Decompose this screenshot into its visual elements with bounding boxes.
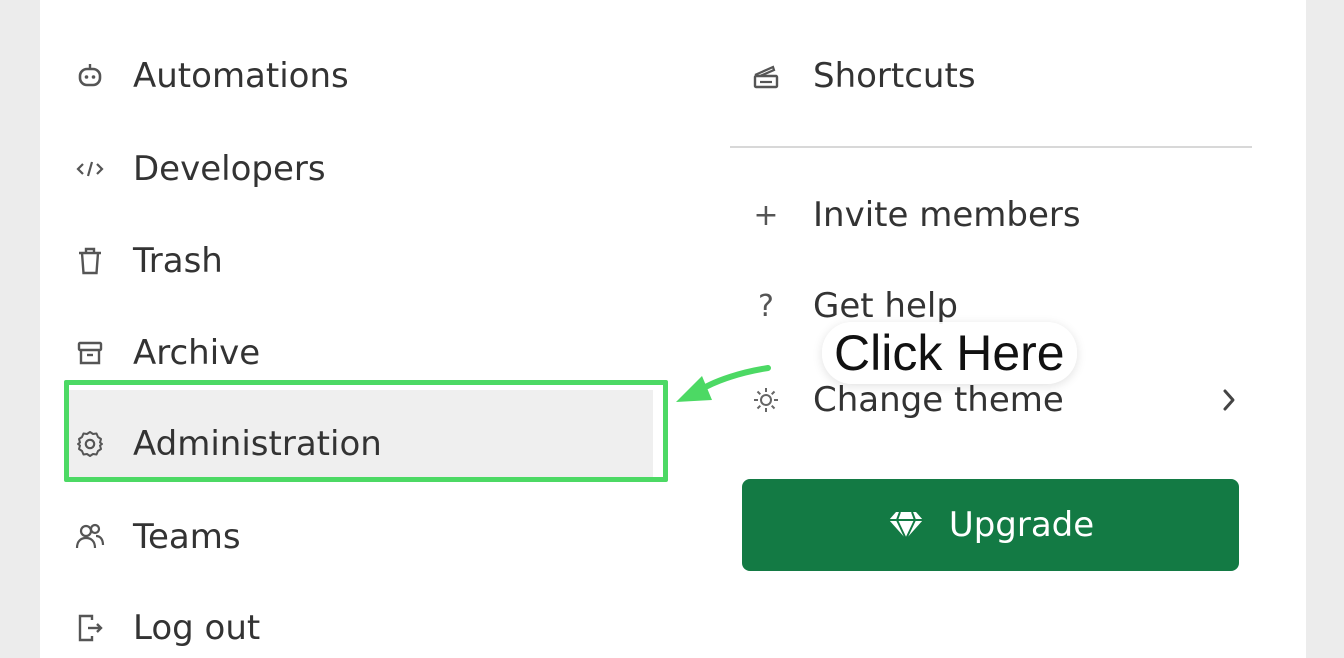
chevron-right-icon[interactable] xyxy=(1214,380,1244,420)
click-here-callout: Click Here xyxy=(822,322,1077,384)
diamond-icon xyxy=(887,509,925,541)
menu-item-shortcuts[interactable]: Shortcuts xyxy=(746,48,1246,104)
upgrade-label: Upgrade xyxy=(948,505,1095,545)
menu-item-label: Shortcuts xyxy=(813,56,976,96)
question-icon: ? xyxy=(758,288,774,324)
menu-item-label: Get help xyxy=(813,286,958,326)
right-menu: Shortcuts + Invite members ? Get help Ch… xyxy=(0,0,1344,658)
menu-divider xyxy=(730,146,1252,148)
menu-item-label: Invite members xyxy=(813,195,1081,235)
plus-icon: + xyxy=(753,197,779,233)
keyboard-icon xyxy=(746,56,786,96)
upgrade-button[interactable]: Upgrade xyxy=(742,479,1239,571)
sun-icon xyxy=(746,380,786,420)
menu-item-label: Change theme xyxy=(813,380,1064,420)
menu-item-invite-members[interactable]: + Invite members xyxy=(746,187,1246,243)
